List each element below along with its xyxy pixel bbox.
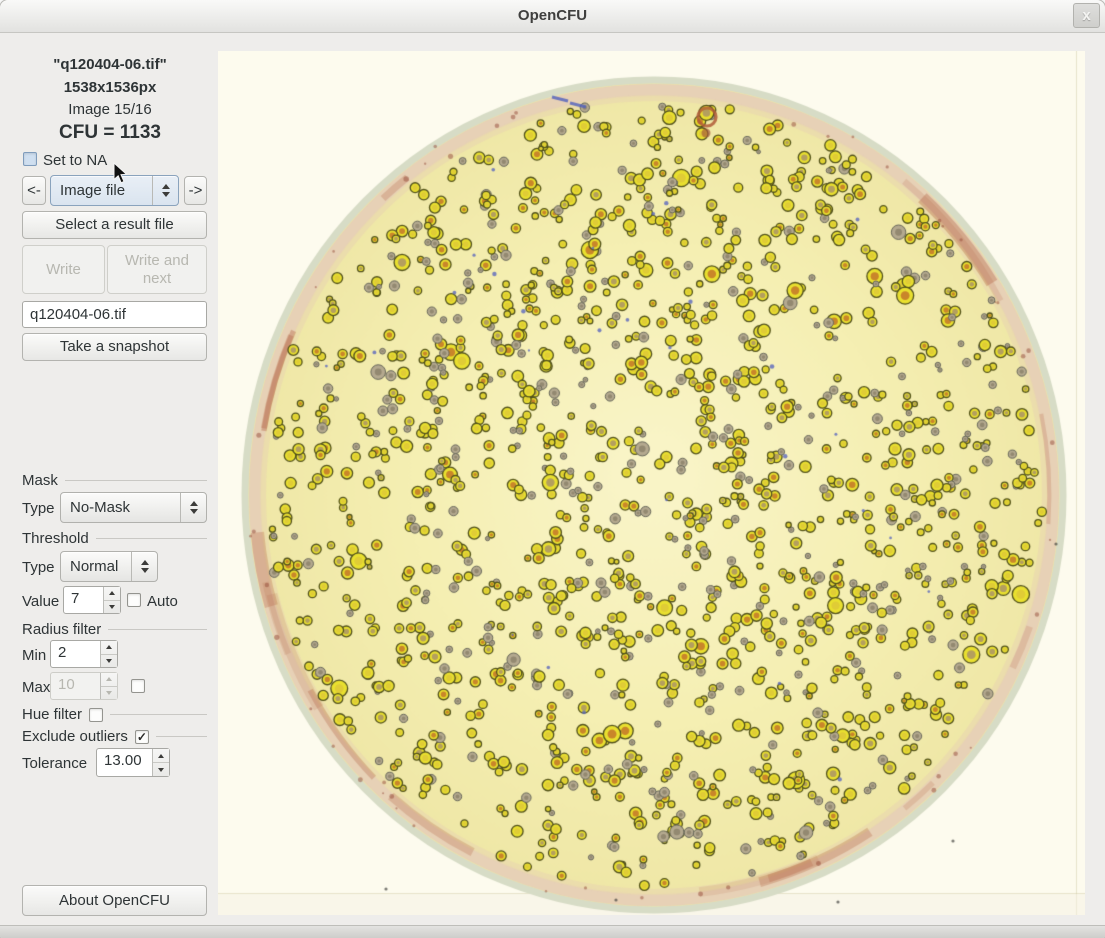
threshold-value-spinner[interactable]: 7 xyxy=(63,586,121,614)
navigation-mode-value: Image file xyxy=(60,182,126,199)
window-bottom-edge xyxy=(0,925,1105,938)
filename-entry[interactable] xyxy=(22,301,207,328)
threshold-section-header: Threshold xyxy=(22,530,207,547)
spinner-arrows-icon[interactable] xyxy=(100,641,117,667)
hue-filter-label: Hue filter xyxy=(22,706,83,723)
tolerance-label: Tolerance xyxy=(22,755,88,772)
petri-dish-image-panel[interactable] xyxy=(218,51,1085,915)
spinner-arrows-icon xyxy=(100,673,117,699)
radius-min-label: Min xyxy=(22,647,47,664)
about-opencfu-button[interactable]: About OpenCFU xyxy=(22,885,207,916)
image-filename-display: "q120404-06.tif" xyxy=(53,56,167,73)
take-snapshot-button[interactable]: Take a snapshot xyxy=(22,333,207,361)
threshold-type-combobox[interactable]: Normal xyxy=(60,551,158,582)
next-image-button[interactable]: -> xyxy=(184,176,207,205)
spinner-arrows-icon[interactable] xyxy=(103,587,120,613)
hue-filter-row: Hue filter xyxy=(22,706,207,723)
tolerance-spinner[interactable]: 13.00 xyxy=(96,748,170,777)
mask-section-header: Mask xyxy=(22,472,207,489)
petri-dish-photo[interactable] xyxy=(218,51,1085,915)
prev-image-button[interactable]: <- xyxy=(22,176,46,205)
mouse-cursor xyxy=(113,162,128,184)
set-to-na-checkbox[interactable] xyxy=(23,152,37,166)
close-icon[interactable]: x xyxy=(1073,3,1100,28)
exclude-outliers-label: Exclude outliers xyxy=(22,728,128,745)
hue-filter-checkbox[interactable] xyxy=(89,707,104,722)
radius-min-spinner[interactable]: 2 xyxy=(50,640,118,668)
exclude-outliers-row: Exclude outliers ✓ xyxy=(22,728,207,745)
radius-min-value: 2 xyxy=(58,644,67,661)
radius-max-spinner[interactable]: 10 xyxy=(50,672,118,700)
select-result-file-button[interactable]: Select a result file xyxy=(22,211,207,239)
tolerance-value: 13.00 xyxy=(104,752,142,769)
threshold-value-label: Value xyxy=(22,593,60,610)
window-title: OpenCFU xyxy=(517,7,588,24)
image-index: Image 15/16 xyxy=(68,101,152,118)
threshold-auto-label: Auto xyxy=(147,593,178,610)
radius-max-value: 10 xyxy=(58,676,75,693)
opencfu-window: OpenCFU x "q120404-06.tif" 1538x1536px I… xyxy=(0,0,1105,938)
threshold-type-value: Normal xyxy=(70,558,119,575)
combo-unfold-icon xyxy=(131,552,157,581)
write-and-next-button[interactable]: Write and next xyxy=(107,245,207,294)
write-button[interactable]: Write xyxy=(22,245,105,294)
title-bar[interactable]: OpenCFU x xyxy=(0,0,1105,33)
combo-unfold-icon xyxy=(180,493,206,522)
mask-type-value: No-Mask xyxy=(70,499,131,516)
radius-max-label: Max xyxy=(22,679,51,696)
combo-unfold-icon xyxy=(152,176,178,205)
radius-filter-section-header: Radius filter xyxy=(22,621,207,638)
spinner-arrows-icon[interactable] xyxy=(152,749,169,776)
mask-type-label: Type xyxy=(22,500,55,517)
set-to-na-label: Set to NA xyxy=(43,152,108,169)
image-dimensions: 1538x1536px xyxy=(63,79,157,96)
mask-type-combobox[interactable]: No-Mask xyxy=(60,492,207,523)
exclude-outliers-checkbox[interactable]: ✓ xyxy=(134,729,149,744)
threshold-value: 7 xyxy=(71,590,80,607)
radius-max-enable-checkbox[interactable] xyxy=(131,679,145,693)
cfu-count: CFU = 1133 xyxy=(59,122,161,143)
threshold-auto-checkbox[interactable] xyxy=(127,593,141,607)
threshold-type-label: Type xyxy=(22,559,55,576)
